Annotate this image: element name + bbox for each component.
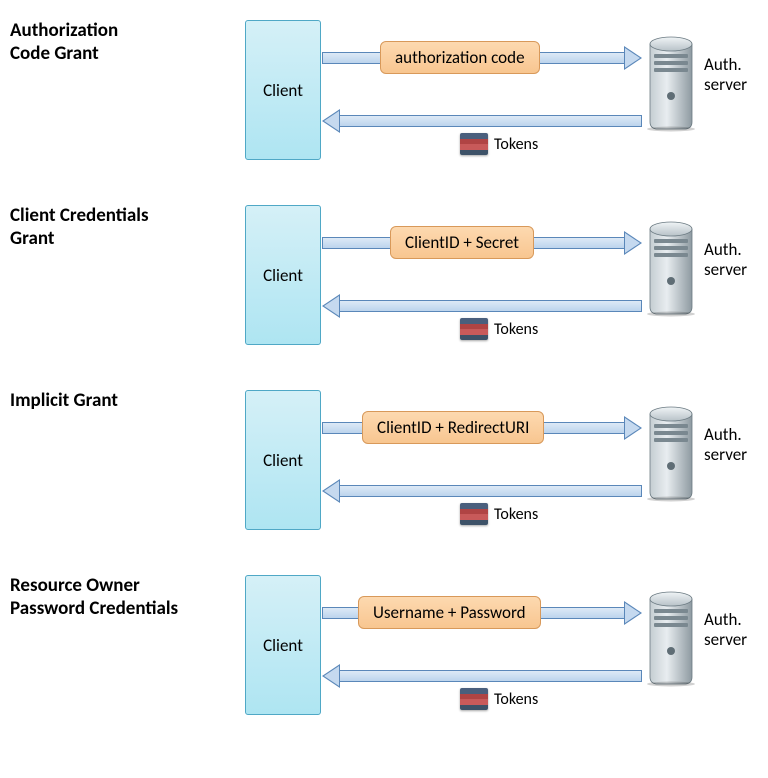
auth-server-label: Auth.server xyxy=(704,55,747,94)
server-icon xyxy=(644,402,698,502)
tokens-label: Tokens xyxy=(460,133,538,155)
tokens-icon xyxy=(460,318,488,340)
auth-server xyxy=(644,32,698,137)
client-box: Client xyxy=(245,205,321,345)
server-icon xyxy=(644,587,698,687)
flow-title: Client CredentialsGrant xyxy=(10,205,220,251)
tokens-label: Tokens xyxy=(460,318,538,340)
server-icon xyxy=(644,217,698,317)
client-box: Client xyxy=(245,575,321,715)
flow-0: AuthorizationCode Grant Client authoriza… xyxy=(10,20,758,205)
response-arrow xyxy=(322,297,642,315)
tokens-label: Tokens xyxy=(460,688,538,710)
response-arrow xyxy=(322,667,642,685)
flow-title: Resource OwnerPassword Credentials xyxy=(10,575,220,621)
auth-server xyxy=(644,587,698,692)
response-arrow xyxy=(322,482,642,500)
tokens-icon xyxy=(460,688,488,710)
auth-server xyxy=(644,402,698,507)
tokens-icon xyxy=(460,133,488,155)
flow-1: Client CredentialsGrant Client ClientID … xyxy=(10,205,758,390)
auth-server-label: Auth.server xyxy=(704,610,747,649)
tokens-label: Tokens xyxy=(460,503,538,525)
payload-pill: Username + Password xyxy=(358,596,541,629)
auth-server xyxy=(644,217,698,322)
auth-server-label: Auth.server xyxy=(704,425,747,464)
server-icon xyxy=(644,32,698,132)
flow-title: Implicit Grant xyxy=(10,390,220,413)
auth-server-label: Auth.server xyxy=(704,240,747,279)
payload-pill: ClientID + RedirectURI xyxy=(362,411,544,444)
flow-2: Implicit Grant Client ClientID + Redirec… xyxy=(10,390,758,575)
payload-pill: authorization code xyxy=(380,41,540,74)
client-box: Client xyxy=(245,20,321,160)
response-arrow xyxy=(322,112,642,130)
payload-pill: ClientID + Secret xyxy=(390,226,534,259)
flow-3: Resource OwnerPassword Credentials Clien… xyxy=(10,575,758,760)
client-box: Client xyxy=(245,390,321,530)
tokens-icon xyxy=(460,503,488,525)
flow-title: AuthorizationCode Grant xyxy=(10,20,220,66)
